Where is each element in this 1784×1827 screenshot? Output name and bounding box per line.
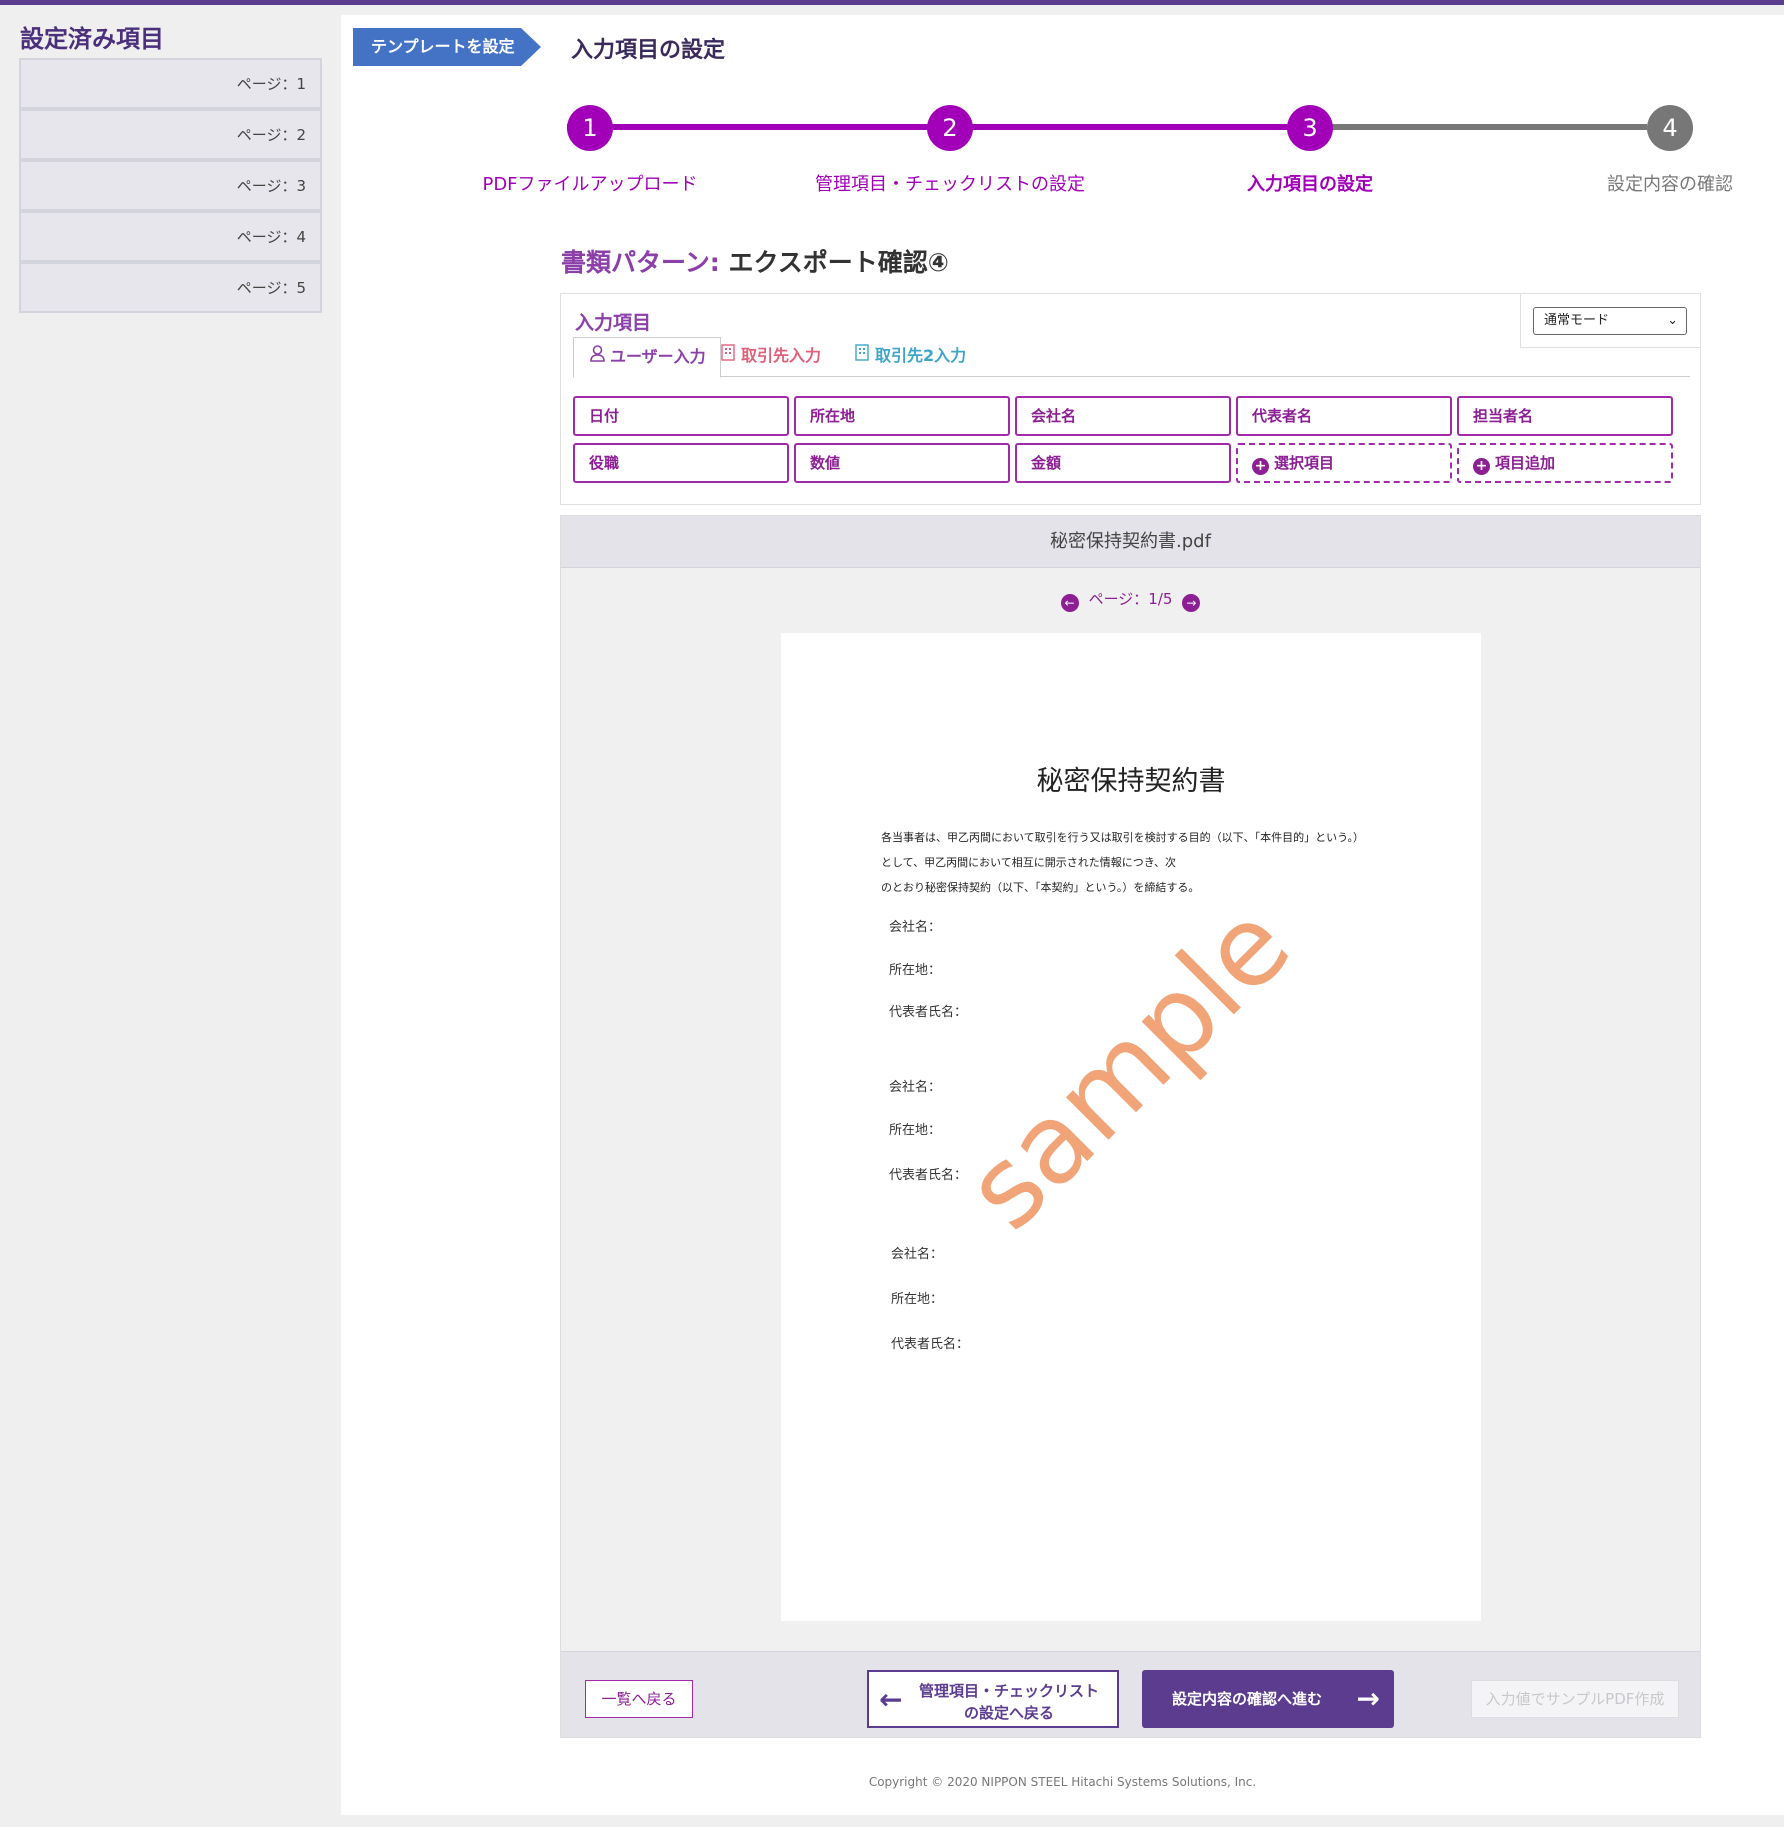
add-select-item-button[interactable]: + 選択項目	[1236, 443, 1452, 483]
field-number[interactable]: 数値	[794, 443, 1010, 483]
pdf-filename: 秘密保持契約書.pdf	[561, 516, 1700, 568]
doc-field-representative-3: 代表者氏名：	[891, 1337, 970, 1352]
doc-field-company-1: 会社名：	[889, 920, 942, 935]
sidebar-item-page-1[interactable]: ページ：1	[19, 58, 322, 109]
page-navigator: ← ページ：1/5 →	[561, 588, 1700, 612]
chevron-down-icon: ⌄	[1667, 313, 1678, 328]
doc-line: 各当事者は、甲乙丙間において取引を行う又は取引を検討する目的（以下、「本件目的」…	[881, 831, 1365, 844]
doc-line: のとおり秘密保持契約（以下、「本契約」という。）を締結する。	[881, 881, 1200, 894]
plus-circle-icon: +	[1473, 458, 1490, 475]
doc-field-company-2: 会社名：	[889, 1080, 942, 1095]
input-items-panel: 入力項目 通常モード ⌄ ユーザー入力 取引先入力 取引先2入力 日付 所在地 …	[560, 293, 1701, 505]
field-representative[interactable]: 代表者名	[1236, 396, 1452, 436]
next-page-icon[interactable]: →	[1182, 594, 1201, 612]
building-icon	[719, 337, 737, 375]
input-items-title: 入力項目	[575, 312, 652, 334]
sidebar-title: 設定済み項目	[20, 25, 164, 53]
step-connector-3	[1287, 124, 1647, 130]
tab-client2-input-label: 取引先2入力	[875, 346, 967, 365]
step-1-label: PDFファイルアップロード	[482, 174, 698, 195]
step-4-circle: 4	[1647, 105, 1693, 151]
create-sample-pdf-button[interactable]: 入力値でサンプルPDF作成	[1471, 1680, 1679, 1718]
plus-circle-icon: +	[1252, 458, 1269, 475]
field-person-in-charge[interactable]: 担当者名	[1457, 396, 1673, 436]
doc-field-representative-1: 代表者氏名：	[889, 1005, 968, 1020]
step-3-label: 入力項目の設定	[1247, 174, 1373, 195]
doc-body: 各当事者は、甲乙丙間において取引を行う又は取引を検討する目的（以下、「本件目的」…	[881, 825, 1364, 900]
field-address[interactable]: 所在地	[794, 396, 1010, 436]
input-tabs: ユーザー入力 取引先入力 取引先2入力	[573, 337, 1690, 378]
copyright: Copyright © 2020 NIPPON STEEL Hitachi Sy…	[868, 1775, 1257, 1789]
arrow-right-icon: →	[1356, 1682, 1380, 1715]
user-icon	[588, 338, 606, 376]
doc-field-company-3: 会社名：	[891, 1247, 944, 1262]
building-icon	[853, 337, 871, 375]
back-to-checklist-line2: の設定へ戻る	[963, 1704, 1054, 1722]
arrow-left-icon: ←	[879, 1683, 903, 1716]
field-amount[interactable]: 金額	[1015, 443, 1231, 483]
sidebar-item-page-5[interactable]: ページ：5	[19, 262, 322, 313]
viewer-action-bar: 一覧へ戻る ← 管理項目・チェックリスト の設定へ戻る 設定内容の確認へ進む →…	[561, 1651, 1700, 1737]
field-position[interactable]: 役職	[573, 443, 789, 483]
pdf-page-canvas[interactable]: 秘密保持契約書 各当事者は、甲乙丙間において取引を行う又は取引を検討する目的（以…	[781, 633, 1481, 1621]
add-item-label: 項目追加	[1495, 454, 1556, 472]
step-3-circle: 3	[1287, 105, 1333, 151]
step-connector-2	[927, 124, 1287, 130]
tab-client-input[interactable]: 取引先入力	[705, 337, 835, 377]
step-4-label: 設定内容の確認	[1607, 174, 1733, 195]
doc-title: 秘密保持契約書	[1036, 766, 1226, 797]
add-item-button[interactable]: + 項目追加	[1457, 443, 1673, 483]
sidebar-page-list: ページ：1 ページ：2 ページ：3 ページ：4 ページ：5	[19, 58, 322, 313]
page-indicator: ページ：1/5	[1088, 590, 1173, 608]
prev-page-icon[interactable]: ←	[1060, 594, 1079, 612]
back-to-checklist-button[interactable]: ← 管理項目・チェックリスト の設定へ戻る	[867, 1670, 1119, 1728]
mode-select-value: 通常モード	[1544, 313, 1610, 328]
field-date[interactable]: 日付	[573, 396, 789, 436]
back-to-checklist-label: 管理項目・チェックリスト の設定へ戻る	[909, 1680, 1109, 1724]
step-connector-1	[567, 124, 927, 130]
add-select-item-label: 選択項目	[1274, 454, 1335, 472]
back-to-list-button[interactable]: 一覧へ戻る	[585, 1680, 693, 1718]
progress-stepper: 1 2 3 4 PDFファイルアップロード 管理項目・チェックリストの設定 入力…	[341, 15, 1784, 215]
tab-user-input[interactable]: ユーザー入力	[573, 337, 721, 378]
back-to-checklist-line1: 管理項目・チェックリスト	[918, 1682, 1099, 1700]
pattern-key: 書類パターン:	[561, 248, 720, 277]
sidebar-item-page-3[interactable]: ページ：3	[19, 160, 322, 211]
doc-line: として、甲乙丙間において相互に開示された情報につき、次	[881, 856, 1177, 869]
proceed-to-confirm-label: 設定内容の確認へ進む	[1172, 1690, 1323, 1708]
doc-field-address-1: 所在地：	[889, 963, 942, 978]
proceed-to-confirm-button[interactable]: 設定内容の確認へ進む →	[1142, 1670, 1394, 1728]
step-2-label: 管理項目・チェックリストの設定	[815, 174, 1085, 195]
sample-watermark: sample	[941, 880, 1315, 1254]
tab-client2-input[interactable]: 取引先2入力	[839, 337, 980, 377]
doc-field-address-3: 所在地：	[891, 1292, 944, 1307]
field-company[interactable]: 会社名	[1015, 396, 1231, 436]
sidebar-item-page-4[interactable]: ページ：4	[19, 211, 322, 262]
document-pattern-heading: 書類パターン: エクスポート確認④	[561, 243, 949, 279]
mode-select[interactable]: 通常モード ⌄	[1533, 307, 1687, 335]
tab-user-input-label: ユーザー入力	[610, 347, 706, 366]
step-2-circle: 2	[927, 105, 973, 151]
pdf-viewer: 秘密保持契約書.pdf ← ページ：1/5 → 秘密保持契約書 各当事者は、甲乙丙間…	[560, 515, 1701, 1738]
doc-field-address-2: 所在地：	[889, 1123, 942, 1138]
main-content: テンプレートを設定 入力項目の設定 1 2 3 4 PDFファイルアップロード …	[341, 15, 1784, 1815]
tab-client-input-label: 取引先入力	[741, 346, 822, 365]
pattern-value: エクスポート確認④	[728, 248, 949, 277]
step-1-circle: 1	[567, 105, 613, 151]
sidebar-item-page-2[interactable]: ページ：2	[19, 109, 322, 160]
sidebar: 設定済み項目 ページ：1 ページ：2 ページ：3 ページ：4 ページ：5	[0, 5, 340, 1827]
